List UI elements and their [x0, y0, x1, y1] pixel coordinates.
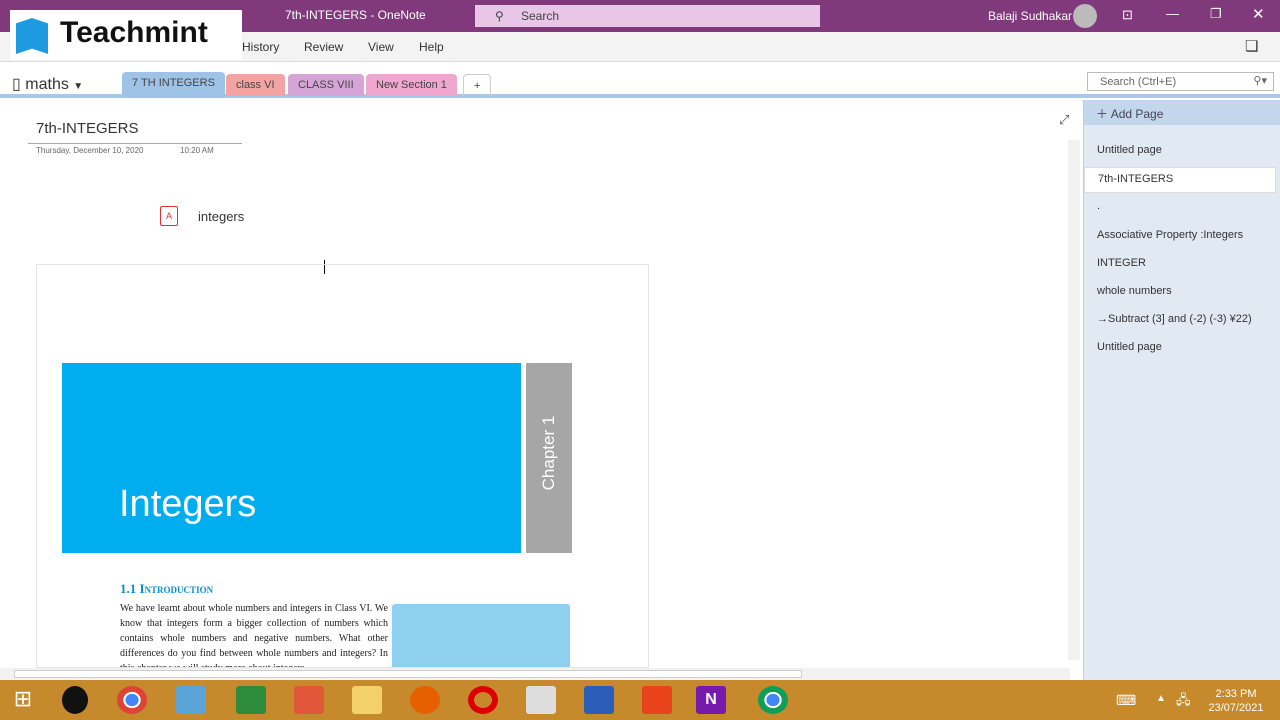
intro-paragraph: We have learnt about whole numbers and i… — [120, 603, 388, 667]
page-item-selected[interactable]: 7th-INTEGERS — [1084, 167, 1276, 193]
expand-icon[interactable]: ⤢ — [1059, 112, 1069, 128]
network-icon[interactable]: 🖧 — [1176, 691, 1191, 713]
search-placeholder: Search (Ctrl+E) — [1100, 76, 1177, 88]
notebook-search-input[interactable]: Search (Ctrl+E) ⚲▾ — [1087, 72, 1274, 91]
section-tab-new-section-1[interactable]: New Section 1 — [366, 74, 457, 96]
immersive-reader-icon[interactable]: ❏ — [1245, 37, 1258, 55]
search-box[interactable]: ⚲ Search — [475, 5, 820, 27]
firefox-icon[interactable] — [410, 686, 440, 714]
start-icon[interactable]: ⊞ — [8, 686, 38, 714]
horizontal-scrollbar[interactable] — [0, 668, 1070, 680]
page-time: 10:20 AM — [180, 146, 214, 155]
section-tab-class-vi[interactable]: class VI — [226, 74, 285, 96]
search-icon: ⚲▾ — [1253, 75, 1267, 87]
add-page-label: Add Page — [1110, 107, 1164, 121]
user-name[interactable]: Balaji Sudhakar — [988, 9, 1072, 23]
close-icon[interactable]: ✕ — [1252, 5, 1265, 23]
pdf-icon[interactable]: A — [160, 206, 178, 226]
chrome-icon[interactable] — [117, 686, 147, 714]
notebook-name: maths — [25, 76, 69, 93]
pen-app-icon[interactable] — [62, 686, 88, 714]
teachmint-watermark: Teachmint — [10, 10, 242, 60]
chapter-banner: Integers — [62, 363, 521, 553]
chrome-profile-icon[interactable] — [758, 686, 788, 714]
restore-icon[interactable]: ❐ — [1210, 6, 1222, 22]
clock-time: 2:33 PM — [1215, 688, 1257, 700]
add-page-button[interactable]: ＋ Add Page — [1084, 100, 1280, 125]
page-item[interactable]: . — [1097, 200, 1100, 212]
tab-view[interactable]: View — [368, 40, 394, 54]
teachmint-logo-text: Teachmint — [60, 16, 208, 49]
plus-icon: ＋ — [1096, 107, 1111, 121]
illustration-image — [392, 604, 570, 667]
clock-date: 23/07/2021 — [1208, 702, 1264, 714]
pages-panel: ＋ Add Page Untitled page 7th-INTEGERS . … — [1083, 100, 1280, 680]
avatar[interactable] — [1073, 4, 1097, 28]
page-item-label: 7th-INTEGERS — [1098, 173, 1174, 185]
page-item[interactable]: Untitled page — [1097, 144, 1162, 156]
file-explorer-icon[interactable] — [352, 686, 382, 714]
minimize-icon[interactable]: — — [1166, 6, 1179, 21]
snipping-tool-icon[interactable] — [526, 686, 556, 714]
powerpoint-icon[interactable] — [294, 686, 324, 714]
page-item[interactable]: →Subtract (3] and (-2) (-3) ¥22) — [1097, 313, 1252, 325]
section-bar: ▯ maths ▼ 7 TH INTEGERS class VI CLASS V… — [0, 62, 1280, 98]
excel-icon[interactable] — [236, 686, 266, 714]
chapter-label: Chapter 1 — [539, 415, 558, 491]
onenote-icon[interactable]: N — [696, 686, 726, 714]
pdf-printout: Integers Chapter 1 1.1 Introduction We h… — [36, 264, 649, 668]
show-hidden-icons[interactable]: ▲ — [1156, 693, 1166, 704]
scroll-thumb[interactable] — [14, 670, 802, 678]
media-player-icon[interactable] — [176, 686, 206, 714]
notebook-icon: ▯ — [12, 76, 21, 93]
section-tab-class-viii[interactable]: CLASS VIII — [288, 74, 364, 96]
clock[interactable]: 2:33 PM 23/07/2021 — [1204, 687, 1268, 715]
office-icon[interactable] — [642, 686, 672, 714]
page-canvas[interactable]: 7th-INTEGERS Thursday, December 10, 2020… — [0, 100, 1080, 668]
attachment-name[interactable]: integers — [198, 209, 244, 224]
notebook-selector[interactable]: ▯ maths ▼ — [12, 74, 83, 94]
keyboard-icon[interactable]: ⌨ — [1116, 692, 1136, 709]
banner-title: Integers — [119, 483, 257, 525]
tab-review[interactable]: Review — [304, 40, 343, 54]
vertical-scrollbar[interactable] — [1068, 140, 1080, 660]
search-label: Search — [521, 9, 560, 23]
chapter-tab: Chapter 1 — [526, 363, 572, 553]
page-item[interactable]: INTEGER — [1097, 257, 1146, 269]
ribbon-display-icon[interactable]: ⊡ — [1122, 7, 1133, 23]
tab-help[interactable]: Help — [419, 40, 444, 54]
word-icon[interactable] — [584, 686, 614, 714]
page-title[interactable]: 7th-INTEGERS — [36, 120, 139, 137]
section-tab-7th-integers[interactable]: 7 TH INTEGERS — [122, 72, 225, 98]
page-date: Thursday, December 10, 2020 — [36, 146, 144, 155]
search-icon: ⚲ — [495, 9, 504, 23]
chevron-down-icon: ▼ — [73, 81, 84, 92]
taskbar: ⊞ N ⌨ ▲ 🖧 2:33 PM 23/07/2021 — [0, 680, 1280, 720]
opera-icon[interactable] — [468, 686, 498, 714]
page-item[interactable]: Untitled page — [1097, 341, 1162, 353]
add-section-button[interactable]: + — [463, 74, 492, 96]
page-item[interactable]: Associative Property :Integers — [1097, 229, 1243, 241]
title-divider — [28, 143, 242, 144]
teachmint-logo-icon — [16, 18, 48, 54]
tab-history[interactable]: History — [242, 40, 279, 54]
window-title: 7th-INTEGERS - OneNote — [285, 8, 426, 22]
page-item[interactable]: whole numbers — [1097, 285, 1172, 297]
section-heading: 1.1 Introduction — [120, 581, 214, 596]
